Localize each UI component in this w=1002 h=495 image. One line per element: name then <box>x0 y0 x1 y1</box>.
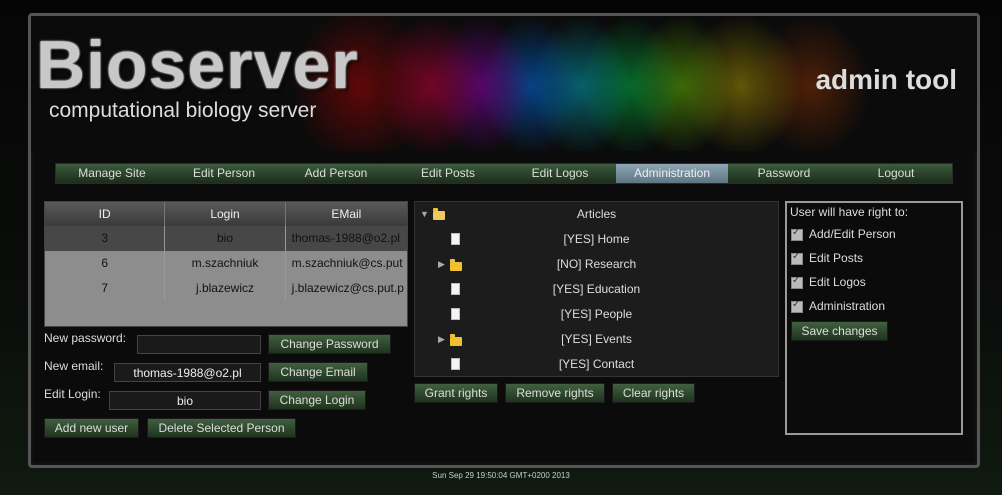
change-email-button[interactable]: Change Email <box>268 362 368 382</box>
change-login-button[interactable]: Change Login <box>268 390 366 410</box>
logo-subtitle: computational biology server <box>49 99 317 122</box>
remove-rights-button[interactable]: Remove rights <box>505 383 605 403</box>
right-label: Add/Edit Person <box>809 227 896 241</box>
cell-email: j.blazewicz@cs.put.p <box>291 281 404 295</box>
tree-item-label: [YES] Events <box>561 332 632 346</box>
tree-item-label: [YES] Contact <box>558 357 635 371</box>
logo-title: Bioserver <box>36 27 359 103</box>
articles-tree: ▼ Articles [YES] Home ▶ [NO] Research [Y… <box>414 201 779 377</box>
edit-login-label: Edit Login: <box>44 387 101 401</box>
column-header-id[interactable]: ID <box>45 202 166 226</box>
table-row[interactable]: 7 j.blazewicz j.blazewicz@cs.put.p <box>45 276 407 301</box>
footer-timestamp: Sun Sep 29 19:50:04 GMT+0200 2013 <box>432 471 570 480</box>
tree-item-label: [NO] Research <box>556 257 637 271</box>
main-nav: Manage Site Edit Person Add Person Edit … <box>55 163 953 184</box>
right-edit-logos[interactable]: Edit Logos <box>791 275 866 289</box>
nav-password[interactable]: Password <box>728 164 840 183</box>
new-password-label: New password: <box>44 331 127 345</box>
tree-item[interactable]: ▶ [YES] Events <box>415 327 778 352</box>
cell-login: j.blazewicz <box>165 276 286 301</box>
table-row[interactable]: 6 m.szachniuk m.szachniuk@cs.put <box>45 251 407 276</box>
nav-edit-posts[interactable]: Edit Posts <box>392 164 504 183</box>
right-label: Edit Logos <box>809 275 866 289</box>
tree-item[interactable]: ▶ [NO] Research <box>415 252 778 277</box>
grant-rights-button[interactable]: Grant rights <box>414 383 498 403</box>
delete-person-button[interactable]: Delete Selected Person <box>147 418 296 438</box>
right-label: Edit Posts <box>809 251 864 265</box>
checkbox[interactable] <box>791 299 803 313</box>
right-edit-posts[interactable]: Edit Posts <box>791 251 863 265</box>
cell-id: 3 <box>45 226 166 251</box>
tree-item-label: [YES] People <box>560 307 633 321</box>
nav-administration[interactable]: Administration <box>616 164 728 183</box>
save-changes-button[interactable]: Save changes <box>791 321 888 341</box>
checkbox[interactable] <box>791 227 803 241</box>
right-label: Administration <box>809 299 886 313</box>
rights-title: User will have right to: <box>790 205 909 219</box>
header-banner: Bioserver computational biology server a… <box>31 16 977 151</box>
new-email-label: New email: <box>44 359 104 373</box>
new-password-input[interactable] <box>137 335 261 354</box>
tree-item-label: [YES] Home <box>563 232 630 246</box>
clear-rights-button[interactable]: Clear rights <box>612 383 695 403</box>
table-row[interactable]: 3 bio thomas-1988@o2.pl <box>45 226 407 251</box>
tree-item-label: [YES] Education <box>552 282 641 296</box>
column-header-email[interactable]: EMail <box>286 202 407 226</box>
tree-root-label: Articles <box>576 207 617 221</box>
tree-item[interactable]: [YES] People <box>415 302 778 327</box>
users-table-header: ID Login EMail <box>45 202 407 226</box>
add-user-button[interactable]: Add new user <box>44 418 139 438</box>
column-header-login[interactable]: Login <box>165 202 286 226</box>
checkbox[interactable] <box>791 251 803 265</box>
tree-item[interactable]: [YES] Education <box>415 277 778 302</box>
nav-logout[interactable]: Logout <box>840 164 952 183</box>
right-add-edit-person[interactable]: Add/Edit Person <box>791 227 896 241</box>
cell-id: 7 <box>45 276 166 301</box>
tree-item[interactable]: [YES] Contact <box>415 352 778 377</box>
cell-login: bio <box>165 226 286 251</box>
cell-id: 6 <box>45 251 166 276</box>
users-table: ID Login EMail 3 bio thomas-1988@o2.pl 6… <box>44 201 408 327</box>
nav-add-person[interactable]: Add Person <box>280 164 392 183</box>
checkbox[interactable] <box>791 275 803 289</box>
change-password-button[interactable]: Change Password <box>268 334 391 354</box>
cell-login: m.szachniuk <box>165 251 286 276</box>
main-frame: Bioserver computational biology server a… <box>28 13 980 468</box>
admin-tool-label: admin tool <box>815 64 957 95</box>
right-administration[interactable]: Administration <box>791 299 885 313</box>
cell-email: thomas-1988@o2.pl <box>291 231 400 245</box>
tree-item[interactable]: [YES] Home <box>415 227 778 252</box>
tree-root[interactable]: ▼ Articles <box>415 202 778 227</box>
new-email-input[interactable] <box>114 363 261 382</box>
rights-panel: User will have right to: Add/Edit Person… <box>785 201 963 435</box>
edit-login-input[interactable] <box>109 391 261 410</box>
nav-manage-site[interactable]: Manage Site <box>56 164 168 183</box>
cell-email: m.szachniuk@cs.put <box>291 256 403 270</box>
nav-edit-logos[interactable]: Edit Logos <box>504 164 616 183</box>
nav-edit-person[interactable]: Edit Person <box>168 164 280 183</box>
